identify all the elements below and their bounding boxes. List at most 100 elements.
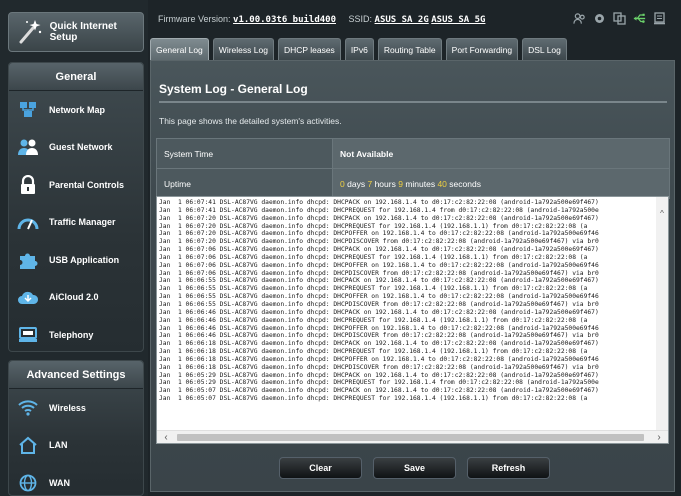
log-line: Jan 1 06:07:06 DSL-AC87VG daemon.info dh… [159, 246, 599, 254]
log-line: Jan 1 06:07:41 DSL-AC87VG daemon.info dh… [159, 206, 599, 214]
uptime-hours-label: hours [374, 178, 396, 189]
horizontal-scroll-thumb[interactable] [177, 434, 644, 441]
quick-setup-label: Quick Internet Setup [49, 21, 117, 43]
log-line: Jan 1 06:07:20 DSL-AC87VG daemon.info dh… [159, 230, 599, 238]
sidebar-item-traffic-manager[interactable]: Traffic Manager [9, 204, 143, 242]
sidebar-item-parental-controls[interactable]: Parental Controls [9, 166, 143, 204]
printer-icon[interactable] [653, 12, 666, 25]
ssid-label: SSID: [348, 14, 373, 24]
log-line: Jan 1 06:07:06 DSL-AC87VG daemon.info dh… [159, 253, 588, 261]
tab-dsl-log[interactable]: DSL Log [522, 38, 567, 60]
sidebar-item-aicloud[interactable]: AiCloud 2.0 [9, 279, 143, 317]
scroll-right-arrow-icon[interactable]: › [653, 431, 665, 443]
wifi-icon [17, 397, 39, 419]
system-info-table: System Time Not Available Uptime 0 days … [156, 138, 670, 199]
log-line: Jan 1 06:05:07 DSL-AC87VG daemon.info dh… [159, 395, 588, 403]
sidebar-item-lan[interactable]: LAN [9, 427, 143, 465]
gauge-icon [17, 211, 39, 233]
log-line: Jan 1 06:05:07 DSL-AC87VG daemon.info dh… [159, 387, 599, 395]
uptime-seconds-label: seconds [449, 178, 481, 189]
uptime-minutes-label: minutes [405, 178, 436, 189]
refresh-button[interactable]: Refresh [467, 457, 550, 479]
uptime-label: Uptime [156, 168, 333, 199]
tab-dhcp-leases[interactable]: DHCP leases [277, 38, 341, 60]
firmware-info: Firmware Version: v1.00.03t6_build400 SS… [158, 14, 485, 25]
log-line: Jan 1 06:06:18 DSL-AC87VG daemon.info dh… [159, 340, 599, 348]
log-line: Jan 1 06:06:46 DSL-AC87VG daemon.info dh… [159, 324, 599, 332]
uptime-days-label: days [347, 178, 366, 189]
log-line: Jan 1 06:06:46 DSL-AC87VG daemon.info dh… [159, 316, 588, 324]
puzzle-icon [17, 249, 39, 271]
log-line: Jan 1 06:06:55 DSL-AC87VG daemon.info dh… [159, 300, 599, 308]
horizontal-scrollbar[interactable]: ‹ › [157, 430, 668, 443]
log-line: Jan 1 06:06:55 DSL-AC87VG daemon.info dh… [159, 277, 599, 285]
network-map-icon [17, 99, 39, 121]
sidebar-item-label: Network Map [49, 104, 106, 115]
log-line: Jan 1 06:07:20 DSL-AC87VG daemon.info dh… [159, 222, 588, 230]
uptime-value: 0 days 7 hours 9 minutes 40 seconds [332, 168, 670, 199]
house-icon [17, 434, 39, 456]
tab-ipv6[interactable]: IPv6 [344, 38, 374, 60]
sidebar-item-label: Telephony [49, 329, 94, 340]
uptime-hours: 7 [367, 178, 373, 189]
log-textarea[interactable]: Jan 1 06:07:41 DSL-AC87VG daemon.info dh… [156, 196, 669, 444]
copy-icon[interactable] [613, 12, 626, 25]
ssid-5g-link[interactable]: ASUS_SA_5G [431, 15, 485, 25]
log-line: Jan 1 06:06:18 DSL-AC87VG daemon.info dh… [159, 355, 599, 363]
page-description: This page shows the detailed system's ac… [159, 116, 342, 126]
ssid-2g-link[interactable]: ASUS_SA_2G [375, 15, 429, 25]
globe-icon [17, 472, 39, 494]
log-line: Jan 1 06:07:20 DSL-AC87VG daemon.info dh… [159, 238, 599, 246]
usb-icon[interactable] [633, 12, 646, 25]
uptime-days: 0 [340, 178, 345, 189]
log-line: Jan 1 06:07:06 DSL-AC87VG daemon.info dh… [159, 269, 599, 277]
tab-port-forwarding[interactable]: Port Forwarding [445, 38, 519, 60]
advanced-header: Advanced Settings [9, 361, 143, 389]
general-menu: General Network Map Guest Network Parent… [8, 62, 144, 352]
sidebar-item-wireless[interactable]: Wireless [9, 389, 143, 427]
sidebar: Quick Internet Setup General Network Map… [0, 0, 148, 496]
log-line: Jan 1 06:07:41 DSL-AC87VG daemon.info dh… [159, 199, 599, 206]
log-content: Jan 1 06:07:41 DSL-AC87VG daemon.info dh… [159, 199, 656, 427]
main-panel: System Log - General Log This page shows… [150, 60, 675, 492]
settings-gear-icon[interactable] [593, 12, 606, 25]
log-line: Jan 1 06:06:18 DSL-AC87VG daemon.info dh… [159, 348, 588, 356]
firmware-version-link[interactable]: v1.00.03t6_build400 [233, 15, 336, 25]
log-line: Jan 1 06:07:06 DSL-AC87VG daemon.info dh… [159, 261, 599, 269]
log-line: Jan 1 06:06:55 DSL-AC87VG daemon.info dh… [159, 293, 599, 301]
sidebar-item-telephony[interactable]: Telephony [9, 316, 143, 354]
sidebar-item-label: WAN [49, 477, 70, 488]
cloud-icon [17, 286, 39, 308]
log-line: Jan 1 06:06:46 DSL-AC87VG daemon.info dh… [159, 308, 599, 316]
sidebar-item-label: Traffic Manager [49, 217, 116, 228]
sidebar-item-guest-network[interactable]: Guest Network [9, 129, 143, 167]
quick-internet-setup-button[interactable]: Quick Internet Setup [8, 12, 144, 52]
vertical-scrollbar[interactable]: ^ [656, 197, 668, 431]
tab-general-log[interactable]: General Log [150, 38, 209, 60]
sidebar-item-usb-application[interactable]: USB Application [9, 241, 143, 279]
firmware-label: Firmware Version: [158, 14, 231, 24]
sidebar-item-network-map[interactable]: Network Map [9, 91, 143, 129]
table-row: System Time Not Available [156, 138, 670, 169]
user-icon[interactable] [573, 12, 586, 25]
title-divider [159, 101, 667, 103]
log-line: Jan 1 06:05:29 DSL-AC87VG daemon.info dh… [159, 371, 599, 379]
system-time-value: Not Available [332, 138, 670, 169]
magic-wand-icon [15, 17, 44, 47]
uptime-minutes: 9 [398, 178, 403, 189]
clear-button[interactable]: Clear [279, 457, 362, 479]
top-status-bar: Firmware Version: v1.00.03t6_build400 SS… [152, 10, 672, 28]
advanced-menu: Advanced Settings Wireless LAN WAN [8, 360, 144, 496]
tab-routing-table[interactable]: Routing Table [377, 38, 442, 60]
status-icons [573, 12, 666, 25]
scroll-left-arrow-icon[interactable]: ‹ [160, 431, 172, 443]
log-line: Jan 1 06:07:20 DSL-AC87VG daemon.info dh… [159, 214, 599, 222]
scroll-up-arrow-icon[interactable]: ^ [656, 209, 668, 219]
save-button[interactable]: Save [373, 457, 456, 479]
log-line: Jan 1 06:06:46 DSL-AC87VG daemon.info dh… [159, 332, 599, 340]
sidebar-item-label: Wireless [49, 402, 86, 413]
tab-wireless-log[interactable]: Wireless Log [212, 38, 274, 60]
sidebar-item-wan[interactable]: WAN [9, 464, 143, 496]
phone-icon [17, 324, 39, 346]
table-row: Uptime 0 days 7 hours 9 minutes 40 secon… [156, 168, 670, 199]
